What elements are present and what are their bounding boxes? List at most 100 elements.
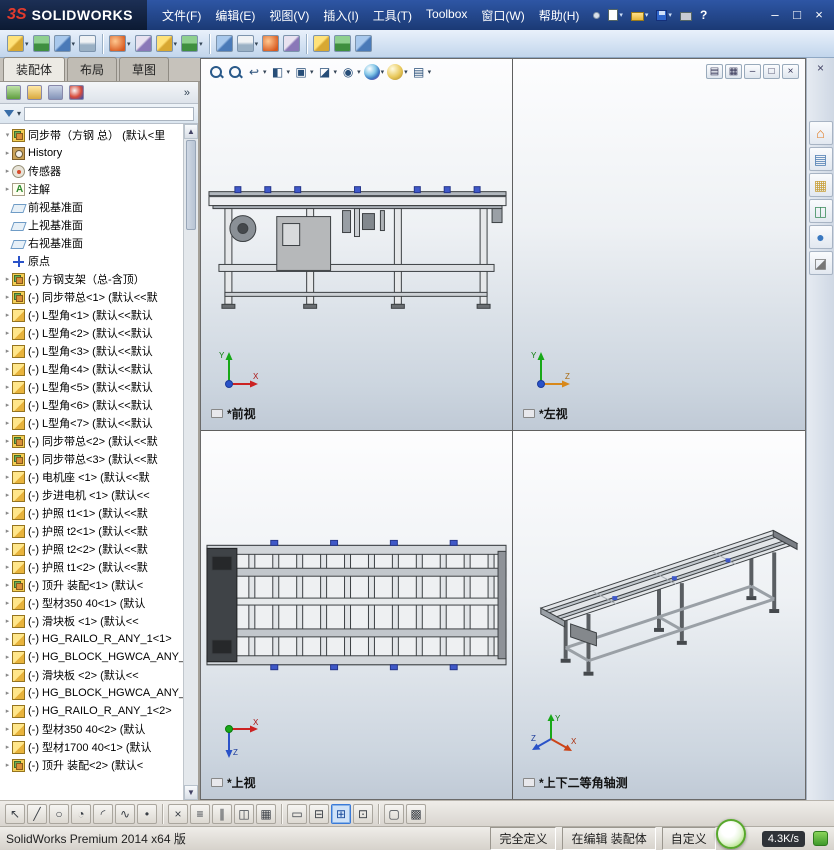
scroll-down-button[interactable]: ▼ — [184, 785, 198, 800]
expand-icon[interactable]: ▸ — [3, 545, 12, 553]
scroll-thumb[interactable] — [186, 140, 196, 230]
expand-icon[interactable]: ▸ — [3, 347, 12, 355]
view-settings-button[interactable]: ▤ ▾ — [410, 63, 433, 81]
expand-icon[interactable]: ▸ — [3, 473, 12, 481]
select-button[interactable]: ↖ — [5, 803, 25, 824]
expand-icon[interactable]: ▸ — [3, 149, 12, 157]
tree-item[interactable]: ▸ (-) 护照 t2<1> (默认<<默 — [0, 522, 183, 540]
move-component-button[interactable]: ▾ — [108, 33, 132, 54]
tab-草图[interactable]: 草图 — [119, 57, 170, 81]
tree-item[interactable]: ▸ (-) 滑块板 <1> (默认<< — [0, 612, 183, 630]
convert-entities-button[interactable]: ≡ — [190, 803, 210, 824]
explode-line-sketch-button[interactable] — [282, 33, 301, 54]
tab-布局[interactable]: 布局 — [67, 57, 118, 81]
bill-of-materials-button[interactable]: ▾ — [236, 33, 260, 54]
tree-item[interactable]: ▸ (-) 型材350 40<1> (默认 — [0, 594, 183, 612]
manager-tab-feature-manager[interactable] — [3, 83, 24, 102]
scroll-up-button[interactable]: ▲ — [184, 124, 198, 139]
tree-item[interactable]: ▸ (-) 同步带总<3> (默认<<默 — [0, 450, 183, 468]
full-screen-button[interactable]: ▢ — [384, 803, 404, 824]
apply-scene-button[interactable]: ▾ — [386, 63, 409, 81]
pin-button[interactable] — [590, 10, 603, 21]
document-close-button[interactable]: × — [782, 64, 799, 79]
section-view-button[interactable]: ◧ ▾ — [269, 63, 292, 81]
tree-item[interactable]: ▸ (-) L型角<6> (默认<<默认 — [0, 396, 183, 414]
expand-icon[interactable]: ▸ — [3, 761, 12, 769]
mass-properties-button[interactable] — [354, 33, 373, 54]
linear-component-pattern-button[interactable]: ▾ — [53, 33, 77, 54]
tree-item[interactable]: ▸ 注解 — [0, 180, 183, 198]
manager-tab-configuration-manager[interactable] — [45, 83, 66, 102]
custom-status[interactable]: 自定义 — [661, 827, 716, 850]
trim-entities-button[interactable]: × — [168, 803, 188, 824]
expand-icon[interactable]: ▸ — [3, 635, 12, 643]
expand-icon[interactable]: ▸ — [3, 563, 12, 571]
save-document-button[interactable]: ▾ — [653, 8, 675, 23]
menu-帮助H[interactable]: 帮助(H) — [532, 2, 587, 29]
new-document-button[interactable]: ▾ — [605, 7, 626, 23]
expand-icon[interactable]: ▸ — [3, 275, 12, 283]
tree-item[interactable]: ▸ (-) L型角<5> (默认<<默认 — [0, 378, 183, 396]
linear-sketch-pattern-button[interactable]: ▦ — [256, 803, 276, 824]
expand-icon[interactable]: ▸ — [3, 491, 12, 499]
tree-item[interactable]: 原点 — [0, 252, 183, 270]
hide-show-items-button[interactable]: ◉ ▾ — [339, 63, 362, 81]
expand-icon[interactable]: ▸ — [3, 185, 12, 193]
expand-icon[interactable]: ▸ — [3, 689, 12, 697]
tree-item[interactable]: ▸ History — [0, 144, 183, 162]
expand-icon[interactable]: ▸ — [3, 293, 12, 301]
tree-item[interactable]: ▸ (-) 方钢支架（总-含顶） — [0, 270, 183, 288]
filter-dropdown-icon[interactable]: ▾ — [17, 109, 21, 118]
tree-item[interactable]: ▸ (-) 护照 t1<1> (默认<<默 — [0, 504, 183, 522]
zoom-to-area-button[interactable] — [226, 63, 244, 81]
two-view-horizontal-button[interactable]: ⊟ — [309, 803, 329, 824]
menu-编辑E[interactable]: 编辑(E) — [208, 2, 262, 29]
new-motion-study-button[interactable] — [215, 33, 234, 54]
solidworks-resources-button[interactable]: ⌂ — [808, 121, 833, 145]
single-view-button[interactable]: ▭ — [287, 803, 307, 824]
expand-icon[interactable]: ▸ — [3, 617, 12, 625]
tree-item[interactable]: ▸ (-) L型角<1> (默认<<默认 — [0, 306, 183, 324]
tree-item[interactable]: 前视基准面 — [0, 198, 183, 216]
tree-root-item[interactable]: ▾ 同步带（方钢 总） (默认<里 — [0, 126, 183, 144]
mate-button[interactable] — [32, 33, 51, 54]
viewport-left[interactable]: Y Z *左视 — [513, 59, 805, 431]
tree-item[interactable]: ▸ (-) 顶升 装配<1> (默认< — [0, 576, 183, 594]
manager-tabs-overflow[interactable]: » — [179, 87, 195, 99]
tree-item[interactable]: ▸ (-) 护照 t2<2> (默认<<默 — [0, 540, 183, 558]
filter-field[interactable] — [24, 106, 194, 121]
tree-item[interactable]: ▸ (-) L型角<2> (默认<<默认 — [0, 324, 183, 342]
tree-item[interactable]: ▸ (-) 滑块板 <2> (默认<< — [0, 666, 183, 684]
document-tile-top-button[interactable]: ▤ — [706, 64, 723, 79]
manager-tab-dimxpert-manager[interactable] — [66, 83, 87, 102]
expand-icon[interactable]: ▸ — [3, 671, 12, 679]
tray-icon[interactable] — [813, 831, 828, 846]
menu-工具T[interactable]: 工具(T) — [366, 2, 419, 29]
viewport-front[interactable]: Y X *前视 — [201, 59, 513, 431]
file-explorer-button[interactable]: ▦ — [808, 173, 833, 197]
viewport-top[interactable]: X Z *上视 — [201, 431, 513, 799]
expand-icon[interactable]: ▸ — [3, 401, 12, 409]
tree-item[interactable]: ▸ (-) 型材1700 40<1> (默认 — [0, 738, 183, 756]
menu-视图V[interactable]: 视图(V) — [262, 2, 316, 29]
expand-icon[interactable]: ▸ — [3, 311, 12, 319]
offset-entities-button[interactable]: ∥ — [212, 803, 232, 824]
close-button[interactable]: × — [808, 1, 830, 29]
show-hidden-components-button[interactable] — [134, 33, 153, 54]
measure-button[interactable] — [333, 33, 352, 54]
tree-item[interactable]: 上视基准面 — [0, 216, 183, 234]
view-orientation-button[interactable]: ▣ ▾ — [292, 63, 315, 81]
tree-item[interactable]: 右视基准面 — [0, 234, 183, 252]
interference-detection-button[interactable] — [312, 33, 331, 54]
tree-item[interactable]: ▸ (-) 顶升 装配<2> (默认< — [0, 756, 183, 774]
tree-item[interactable]: ▸ (-) HG_RAILO_R_ANY_1<1> — [0, 630, 183, 648]
expand-icon[interactable]: ▸ — [3, 581, 12, 589]
grid-button[interactable]: ▩ — [406, 803, 426, 824]
design-library-button[interactable]: ▤ — [808, 147, 833, 171]
viewport-isometric[interactable]: Y X Z *上下二等角轴测 — [513, 431, 805, 799]
print-button[interactable] — [677, 8, 695, 23]
tree-item[interactable]: ▸ (-) L型角<3> (默认<<默认 — [0, 342, 183, 360]
restore-button[interactable]: □ — [786, 1, 808, 29]
custom-properties-button[interactable]: ◪ — [808, 251, 833, 275]
expand-icon[interactable]: ▸ — [3, 167, 12, 175]
